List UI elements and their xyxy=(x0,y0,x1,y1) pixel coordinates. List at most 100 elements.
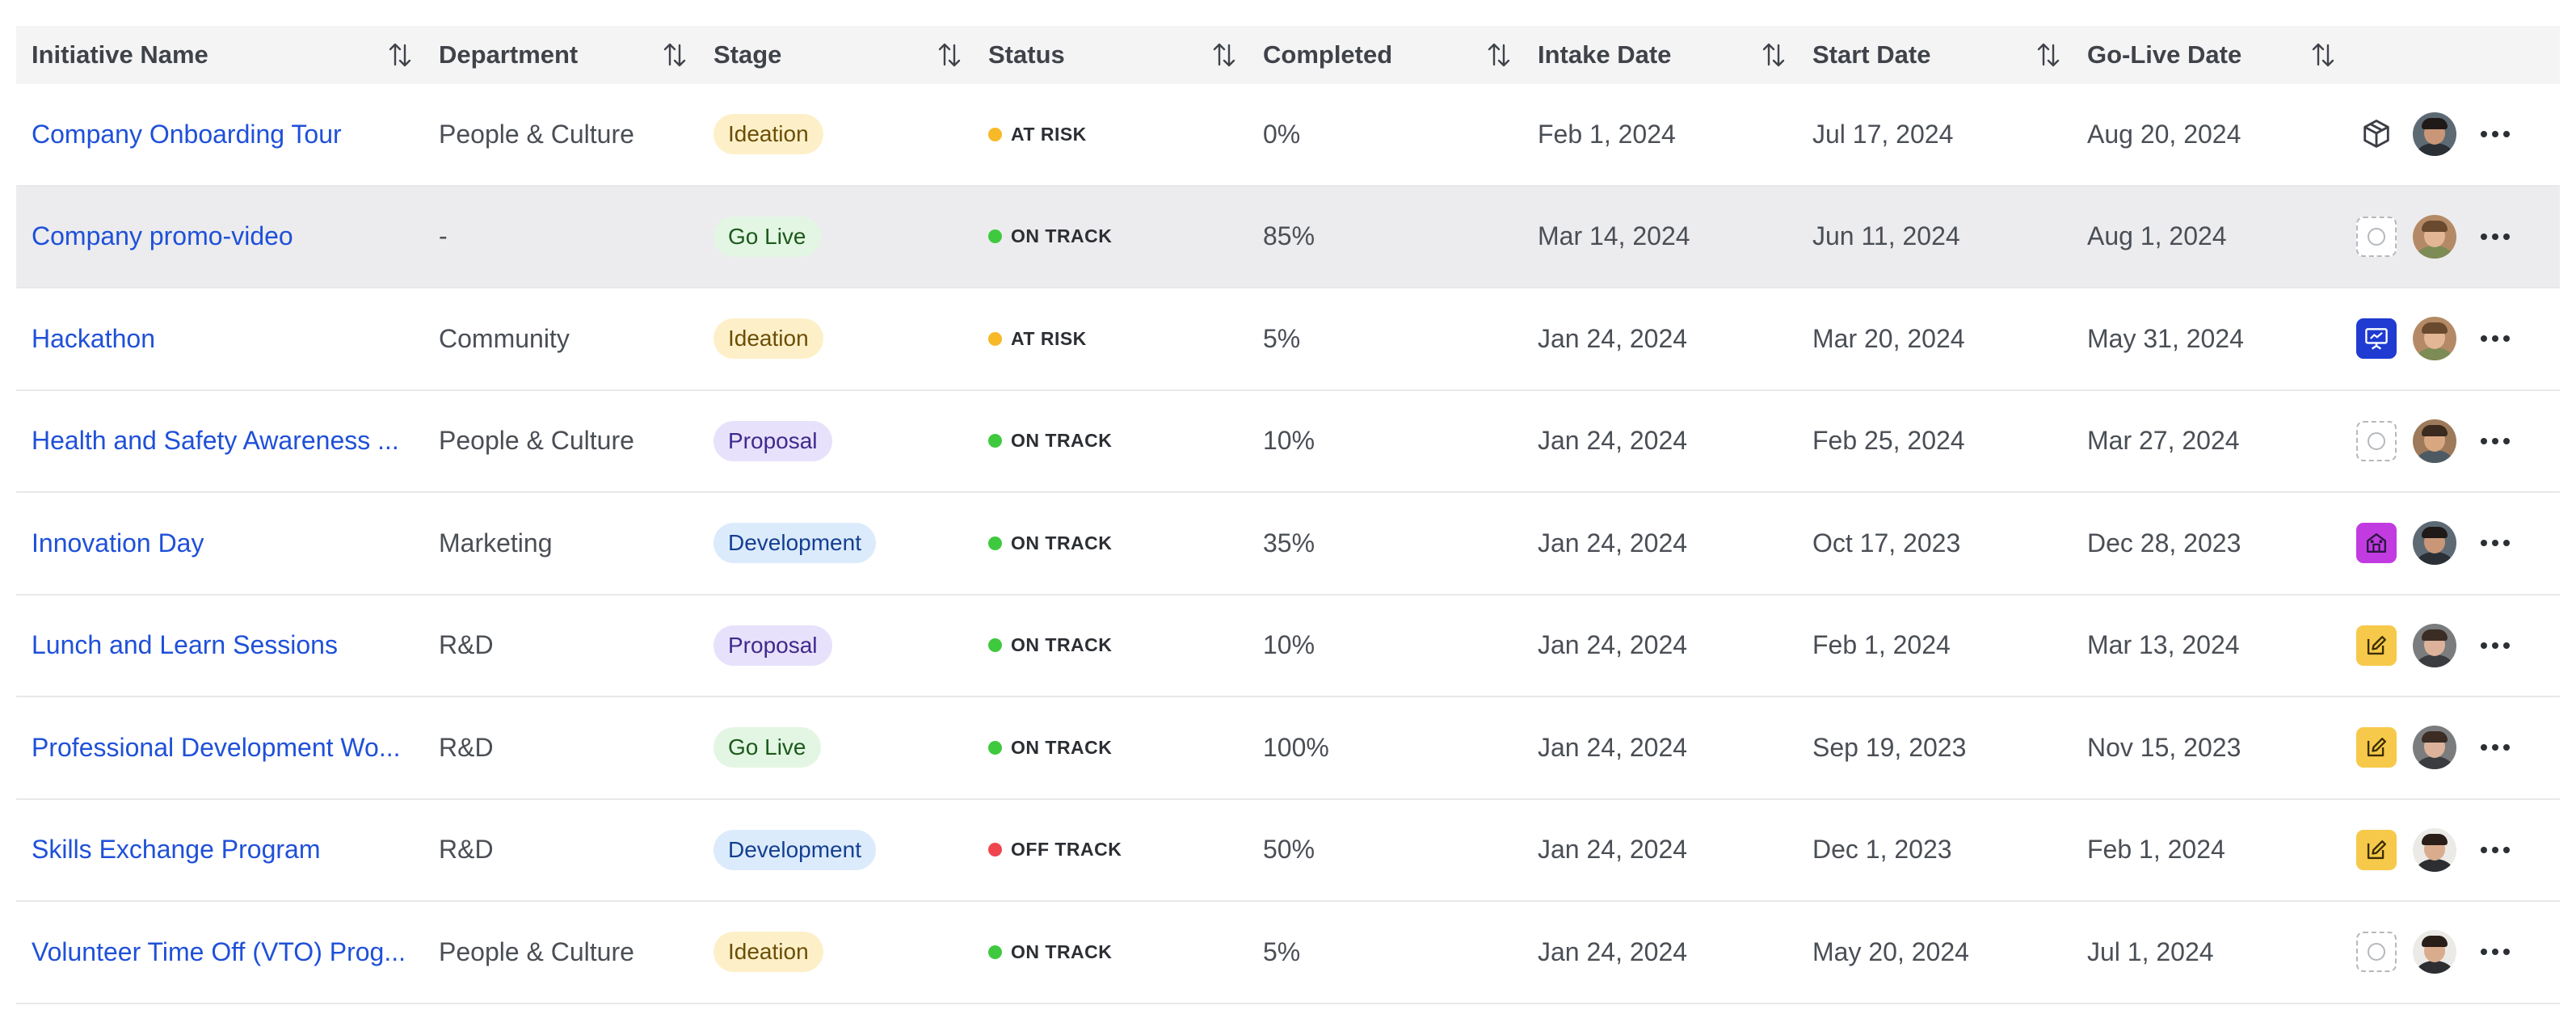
row-actions-cell xyxy=(2347,419,2560,463)
column-header-label: Intake Date xyxy=(1538,40,1672,69)
empty-icon[interactable] xyxy=(2356,932,2397,973)
sort-icon[interactable] xyxy=(937,41,962,69)
cube-icon[interactable] xyxy=(2356,114,2397,154)
table-row[interactable]: Lunch and Learn Sessions R&D Proposal ON TR… xyxy=(16,595,2560,697)
more-options-icon[interactable] xyxy=(2481,949,2510,956)
stage-badge: Development xyxy=(713,523,876,564)
initiative-link[interactable]: Hackathon xyxy=(32,324,155,354)
sort-icon[interactable] xyxy=(1487,41,1511,69)
initiative-link[interactable]: Company promo-video xyxy=(32,221,293,251)
stage-cell: Ideation xyxy=(698,114,973,155)
start-date-text: Jul 17, 2024 xyxy=(1812,119,1954,149)
column-header-initiative-name[interactable]: Initiative Name xyxy=(16,40,423,69)
more-options-icon[interactable] xyxy=(2481,131,2510,138)
empty-icon[interactable] xyxy=(2356,216,2397,257)
initiative-link[interactable]: Company Onboarding Tour xyxy=(32,120,342,149)
department-cell: People & Culture xyxy=(423,937,698,967)
initiative-link[interactable]: Professional Development Wo... xyxy=(32,733,401,763)
initiative-link[interactable]: Volunteer Time Off (VTO) Prog... xyxy=(32,937,406,967)
go-live-date-cell: Mar 13, 2024 xyxy=(2072,630,2347,660)
edit-icon[interactable] xyxy=(2356,829,2397,870)
stage-cell: Proposal xyxy=(698,420,973,461)
sort-icon[interactable] xyxy=(663,41,687,69)
status-dot-icon xyxy=(988,127,1002,141)
go-live-date-cell: Mar 27, 2024 xyxy=(2072,426,2347,456)
column-header-intake-date[interactable]: Intake Date xyxy=(1522,40,1797,69)
avatar[interactable] xyxy=(2413,521,2456,566)
stage-badge: Proposal xyxy=(713,420,832,461)
more-options-icon[interactable] xyxy=(2481,846,2510,853)
table-row[interactable]: Professional Development Wo... R&D Go Live… xyxy=(16,697,2560,800)
go-live-date-text: Dec 28, 2023 xyxy=(2087,528,2241,558)
status-cell: AT RISK xyxy=(973,328,1248,350)
completed-text: 35% xyxy=(1263,528,1315,558)
stage-cell: Proposal xyxy=(698,625,973,666)
start-date-text: Sep 19, 2023 xyxy=(1812,732,1967,762)
avatar[interactable] xyxy=(2413,930,2456,974)
table-row[interactable]: Company promo-video - Go Live ON TRACK 85% Ma… xyxy=(16,186,2560,288)
more-options-icon[interactable] xyxy=(2481,335,2510,343)
column-header-stage[interactable]: Stage xyxy=(698,40,973,69)
table-row[interactable]: Volunteer Time Off (VTO) Prog... People &… xyxy=(16,902,2560,1004)
more-options-icon[interactable] xyxy=(2481,642,2510,649)
sort-icon[interactable] xyxy=(388,41,412,69)
table-row[interactable]: Company Onboarding Tour People & Culture I… xyxy=(16,84,2560,187)
status-cell: AT RISK xyxy=(973,124,1248,145)
column-header-completed[interactable]: Completed xyxy=(1248,40,1522,69)
more-options-icon[interactable] xyxy=(2481,437,2510,444)
avatar[interactable] xyxy=(2413,214,2456,259)
building-icon[interactable] xyxy=(2356,523,2397,564)
avatar[interactable] xyxy=(2413,317,2456,361)
initiative-link[interactable]: Innovation Day xyxy=(32,528,204,558)
intake-date-text: Jan 24, 2024 xyxy=(1538,732,1688,762)
initiative-name-cell: Health and Safety Awareness ... xyxy=(16,426,423,456)
more-options-icon[interactable] xyxy=(2481,540,2510,547)
table-row[interactable]: Health and Safety Awareness ... People & … xyxy=(16,390,2560,493)
table-row[interactable]: Hackathon Community Ideation AT RISK 5% Jan 2… xyxy=(16,288,2560,391)
avatar[interactable] xyxy=(2413,726,2456,770)
status-label: ON TRACK xyxy=(1011,941,1113,962)
status-cell: ON TRACK xyxy=(973,430,1248,452)
stage-badge: Ideation xyxy=(713,318,823,360)
edit-icon[interactable] xyxy=(2356,625,2397,666)
initiative-link[interactable]: Lunch and Learn Sessions xyxy=(32,630,338,660)
go-live-date-cell: Jul 1, 2024 xyxy=(2072,937,2347,967)
go-live-date-cell: May 31, 2024 xyxy=(2072,324,2347,354)
sort-icon[interactable] xyxy=(1762,41,1786,69)
avatar[interactable] xyxy=(2413,419,2456,463)
start-date-cell: Sep 19, 2023 xyxy=(1797,733,2072,763)
more-options-icon[interactable] xyxy=(2481,233,2510,240)
sort-icon[interactable] xyxy=(2036,41,2060,69)
sort-icon[interactable] xyxy=(1212,41,1236,69)
column-header-start-date[interactable]: Start Date xyxy=(1797,40,2072,69)
more-options-icon[interactable] xyxy=(2481,744,2510,751)
go-live-date-text: May 31, 2024 xyxy=(2087,323,2244,353)
initiative-name-cell: Company Onboarding Tour xyxy=(16,120,423,149)
start-date-text: Dec 1, 2023 xyxy=(1812,835,1952,865)
empty-icon[interactable] xyxy=(2356,420,2397,461)
column-header-label: Go-Live Date xyxy=(2087,40,2242,69)
intake-date-cell: Feb 1, 2024 xyxy=(1522,120,1797,149)
presentation-icon[interactable] xyxy=(2356,318,2397,360)
department-text: Community xyxy=(439,323,570,353)
status-dot-icon xyxy=(988,740,1002,755)
edit-icon[interactable] xyxy=(2356,727,2397,768)
column-header-department[interactable]: Department xyxy=(423,40,698,69)
sort-icon[interactable] xyxy=(2311,41,2335,69)
initiative-link[interactable]: Health and Safety Awareness ... xyxy=(32,426,399,456)
initiative-link[interactable]: Skills Exchange Program xyxy=(32,835,320,865)
avatar[interactable] xyxy=(2413,112,2456,157)
status-indicator: ON TRACK xyxy=(988,430,1112,452)
status-indicator: OFF TRACK xyxy=(988,839,1122,861)
column-header-label: Department xyxy=(439,40,579,69)
column-header-go-live-date[interactable]: Go-Live Date xyxy=(2072,40,2347,69)
avatar[interactable] xyxy=(2413,827,2456,872)
avatar[interactable] xyxy=(2413,623,2456,667)
completed-text: 5% xyxy=(1263,323,1301,353)
table-row[interactable]: Skills Exchange Program R&D Development OFF… xyxy=(16,799,2560,902)
initiative-name-cell: Company promo-video xyxy=(16,221,423,251)
stage-cell: Ideation xyxy=(698,932,973,973)
column-header-status[interactable]: Status xyxy=(973,40,1248,69)
status-indicator: AT RISK xyxy=(988,124,1087,145)
table-row[interactable]: Innovation Day Marketing Development ON TRA… xyxy=(16,493,2560,595)
